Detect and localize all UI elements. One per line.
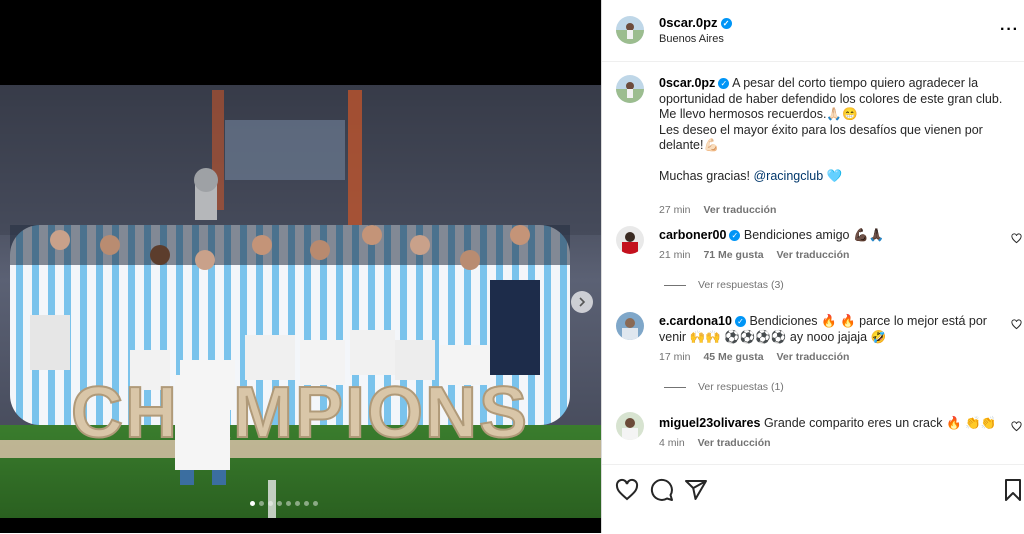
carousel-indicators — [250, 501, 318, 506]
commenter-avatar[interactable] — [616, 226, 644, 254]
carousel-dot — [313, 501, 318, 506]
profile-picture — [616, 75, 644, 103]
comment-time[interactable]: 4 min — [659, 437, 685, 449]
view-replies-label[interactable]: Ver respuestas (1) — [698, 381, 784, 393]
carousel-dot — [304, 501, 309, 506]
author-username[interactable]: 0scar.0pz ✓ — [659, 15, 732, 30]
profile-picture — [616, 226, 644, 254]
more-options-button[interactable]: ··· — [1000, 21, 1019, 39]
comment-text: miguel23olivares Grande comparito eres u… — [659, 415, 1004, 431]
carousel-dot — [295, 501, 300, 506]
comment-likes[interactable]: 45 Me gusta — [703, 351, 763, 363]
carousel-dot — [286, 501, 291, 506]
verified-badge-icon: ✓ — [734, 316, 746, 327]
media-panel: CHAMPIONS — [0, 0, 601, 533]
carousel-dot — [259, 501, 264, 506]
caption-body-3-suffix: 🩵 — [823, 169, 843, 183]
like-comment-heart-icon[interactable] — [1011, 319, 1022, 330]
mention-link[interactable]: @racingclub — [753, 169, 823, 183]
verified-badge-icon: ✓ — [720, 18, 732, 29]
comment-username[interactable]: carboner00 — [659, 228, 726, 242]
team-celebration-photo: CHAMPIONS — [0, 85, 601, 518]
comment-likes[interactable]: 71 Me gusta — [703, 249, 763, 261]
comment-meta: 17 min 45 Me gusta Ver traducción — [659, 351, 859, 363]
comments-list: 0scar.0pz ✓ A pesar del corto tiempo quie… — [602, 62, 1024, 464]
save-bookmark-icon[interactable] — [1001, 478, 1024, 502]
post-header: 0scar.0pz ✓ Buenos Aires ··· — [602, 0, 1024, 62]
comment-time[interactable]: 17 min — [659, 351, 691, 363]
commenter-avatar[interactable] — [616, 312, 644, 340]
post-photo[interactable]: CHAMPIONS — [0, 85, 601, 518]
carousel-dot — [277, 501, 282, 506]
caption-body-3: Muchas gracias! — [659, 169, 754, 183]
view-replies-button[interactable]: Ver respuestas (3) — [664, 279, 784, 291]
comment-translate-link[interactable]: Ver traducción — [776, 351, 849, 363]
comment-username[interactable]: miguel23olivares — [659, 416, 760, 430]
comment-meta: 4 min Ver traducción — [659, 437, 781, 449]
comment-text: e.cardona10 ✓ Bendiciones 🔥 🔥 parce lo me… — [659, 313, 1004, 345]
comment-translate-link[interactable]: Ver traducción — [776, 249, 849, 261]
carousel-dot — [268, 501, 273, 506]
champions-sign-text: CHAMPIONS — [71, 373, 529, 453]
comment-body: Bendiciones amigo 💪🏿🙏🏿 — [743, 228, 885, 242]
post-location[interactable]: Buenos Aires — [659, 33, 724, 45]
comment-translate-link[interactable]: Ver traducción — [698, 437, 771, 449]
verified-badge-icon: ✓ — [729, 230, 741, 241]
chevron-right-icon — [579, 297, 586, 307]
profile-picture — [616, 16, 644, 44]
comment-body: Grande comparito eres un crack 🔥 👏👏 — [763, 416, 997, 430]
author-avatar[interactable] — [616, 16, 644, 44]
caption-text: 0scar.0pz ✓ A pesar del corto tiempo quie… — [659, 76, 1004, 185]
author-username-text[interactable]: 0scar.0pz — [659, 15, 718, 30]
like-comment-heart-icon[interactable] — [1011, 421, 1022, 432]
profile-picture — [616, 312, 644, 340]
caption-body-2: Les deseo el mayor éxito para los desafí… — [659, 122, 983, 153]
replies-divider — [664, 284, 686, 286]
like-comment-heart-icon[interactable] — [1011, 233, 1022, 244]
share-send-icon[interactable] — [684, 478, 708, 502]
comment-text: carboner00 ✓ Bendiciones amigo 💪🏿🙏🏿 — [659, 227, 1004, 243]
profile-picture — [616, 412, 644, 440]
comment-username[interactable]: e.cardona10 — [659, 314, 732, 328]
view-replies-label[interactable]: Ver respuestas (3) — [698, 279, 784, 291]
verified-badge-icon: ✓ — [718, 78, 730, 89]
more-horizontal-icon: ··· — [1000, 21, 1019, 38]
caption-meta: 27 min Ver traducción — [659, 204, 786, 216]
post-sidebar: 0scar.0pz ✓ Buenos Aires ··· 0scar.0pz ✓ A… — [601, 0, 1024, 533]
commenter-avatar[interactable] — [616, 412, 644, 440]
comment-meta: 21 min 71 Me gusta Ver traducción — [659, 249, 859, 261]
caption-username[interactable]: 0scar.0pz — [659, 76, 715, 90]
caption-author-avatar[interactable] — [616, 75, 644, 103]
comment-bubble-icon[interactable] — [650, 478, 674, 502]
carousel-dot — [250, 501, 255, 506]
comment-time[interactable]: 21 min — [659, 249, 691, 261]
replies-divider — [664, 386, 686, 388]
next-photo-button[interactable] — [571, 291, 593, 313]
caption-time[interactable]: 27 min — [659, 204, 691, 216]
caption-translate-link[interactable]: Ver traducción — [703, 204, 776, 216]
post-actions-bar — [602, 464, 1024, 534]
like-heart-icon[interactable] — [615, 478, 639, 502]
view-replies-button[interactable]: Ver respuestas (1) — [664, 381, 784, 393]
